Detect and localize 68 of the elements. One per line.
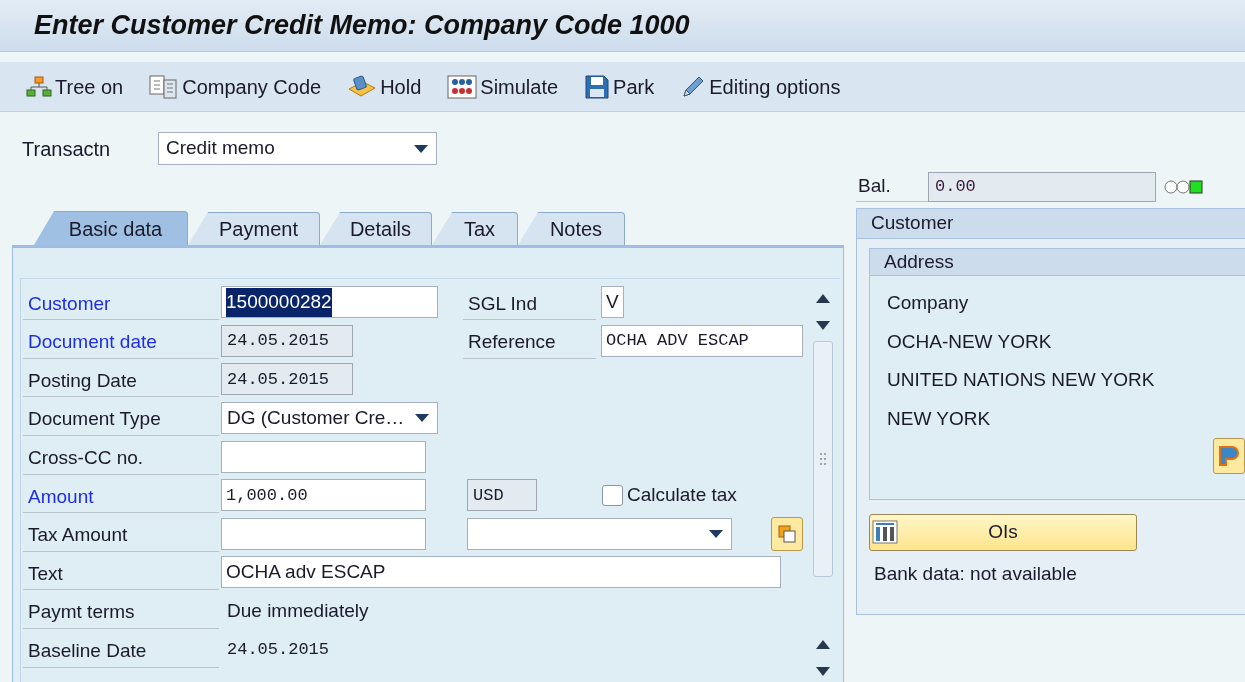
field-label: Paymt terms <box>23 597 219 630</box>
tray-icon <box>347 74 378 99</box>
tab[interactable]: Details <box>320 212 432 245</box>
readonly-field: 24.05.2015 <box>221 363 353 396</box>
icon-button[interactable] <box>771 516 803 551</box>
copy-icon <box>777 523 797 544</box>
tab[interactable]: Basic data <box>34 211 188 245</box>
field-label: Amount <box>23 481 219 514</box>
field-label: Document Type <box>23 404 219 437</box>
hierarchy-icon <box>26 75 52 98</box>
field-value: Due immediately <box>226 599 369 621</box>
readonly-field: 24.05.2015 <box>221 324 353 357</box>
toolbar-button[interactable]: Simulate <box>447 71 559 102</box>
address-line: NEW YORK <box>887 406 992 431</box>
dropdown-arrow-icon <box>414 144 428 153</box>
address-line: OCHA-NEW YORK <box>887 329 1053 354</box>
dropdown-arrow-icon <box>709 529 723 538</box>
input-field[interactable] <box>221 517 426 550</box>
window-title: Enter Customer Credit Memo: Company Code 1000 <box>34 9 690 43</box>
document-icon <box>149 74 180 99</box>
checkbox-label: Calculate tax <box>627 483 737 507</box>
dropdown-field[interactable] <box>467 517 732 550</box>
ois-button[interactable]: OIs <box>869 514 1137 551</box>
scroll-up-icon <box>816 294 830 303</box>
transaction-dropdown[interactable]: Credit memo <box>158 132 437 165</box>
field-label: Tax Amount <box>23 519 219 552</box>
field-label: Transactn <box>22 136 112 162</box>
readonly-field: 0.00 <box>928 172 1156 202</box>
columns-icon <box>872 520 898 544</box>
dropdown-field[interactable]: DG (Customer Cre… <box>221 402 438 435</box>
input-field[interactable]: OCHA ADV ESCAP <box>601 324 803 357</box>
address-line: Company <box>887 291 970 315</box>
toolbar-button[interactable]: Company Code <box>149 71 322 102</box>
input-field[interactable]: 1,000.00 <box>221 479 426 512</box>
field-label: SGL Ind <box>463 288 596 321</box>
checkbox[interactable] <box>602 484 623 506</box>
toolbar-button[interactable]: Park <box>584 71 655 102</box>
input-field[interactable]: V <box>601 286 624 319</box>
bank-note: Bank data: not available <box>874 562 1078 586</box>
panel-header: Customer <box>857 209 1245 239</box>
field-label: Text <box>23 558 219 591</box>
field-label: Document date <box>23 326 219 359</box>
scroll-down-icon <box>816 321 830 330</box>
input-field[interactable] <box>221 440 426 473</box>
save-icon <box>584 73 611 100</box>
field-label: Reference <box>463 326 596 359</box>
toolbar-button[interactable]: Hold <box>347 71 422 102</box>
icon-button[interactable] <box>1213 438 1245 474</box>
grip-icon <box>820 453 826 465</box>
dots-grid-icon <box>447 74 478 99</box>
input-field[interactable]: 1500000282 <box>221 286 438 319</box>
field-label: Customer <box>23 288 219 321</box>
field-value: 24.05.2015 <box>226 639 330 659</box>
field-label: Cross-CC no. <box>23 442 219 475</box>
input-field[interactable]: OCHA adv ESCAP <box>221 556 781 589</box>
readonly-field: USD <box>467 479 537 512</box>
tab[interactable]: Payment <box>188 212 320 245</box>
dropdown-arrow-icon <box>415 414 429 423</box>
tab[interactable]: Tax <box>432 212 518 245</box>
field-label: Baseline Date <box>23 635 219 668</box>
panel-header: Address <box>870 249 1245 276</box>
toolbar-button[interactable]: Tree on <box>26 71 124 102</box>
tab[interactable]: Notes <box>518 212 625 245</box>
toolbar-button[interactable]: Editing options <box>680 71 841 102</box>
address-line: UNITED NATIONS NEW YORK <box>887 368 1156 392</box>
scroll-up-icon <box>816 640 830 649</box>
field-label: Posting Date <box>23 365 219 398</box>
scroll-down-icon <box>816 667 830 676</box>
